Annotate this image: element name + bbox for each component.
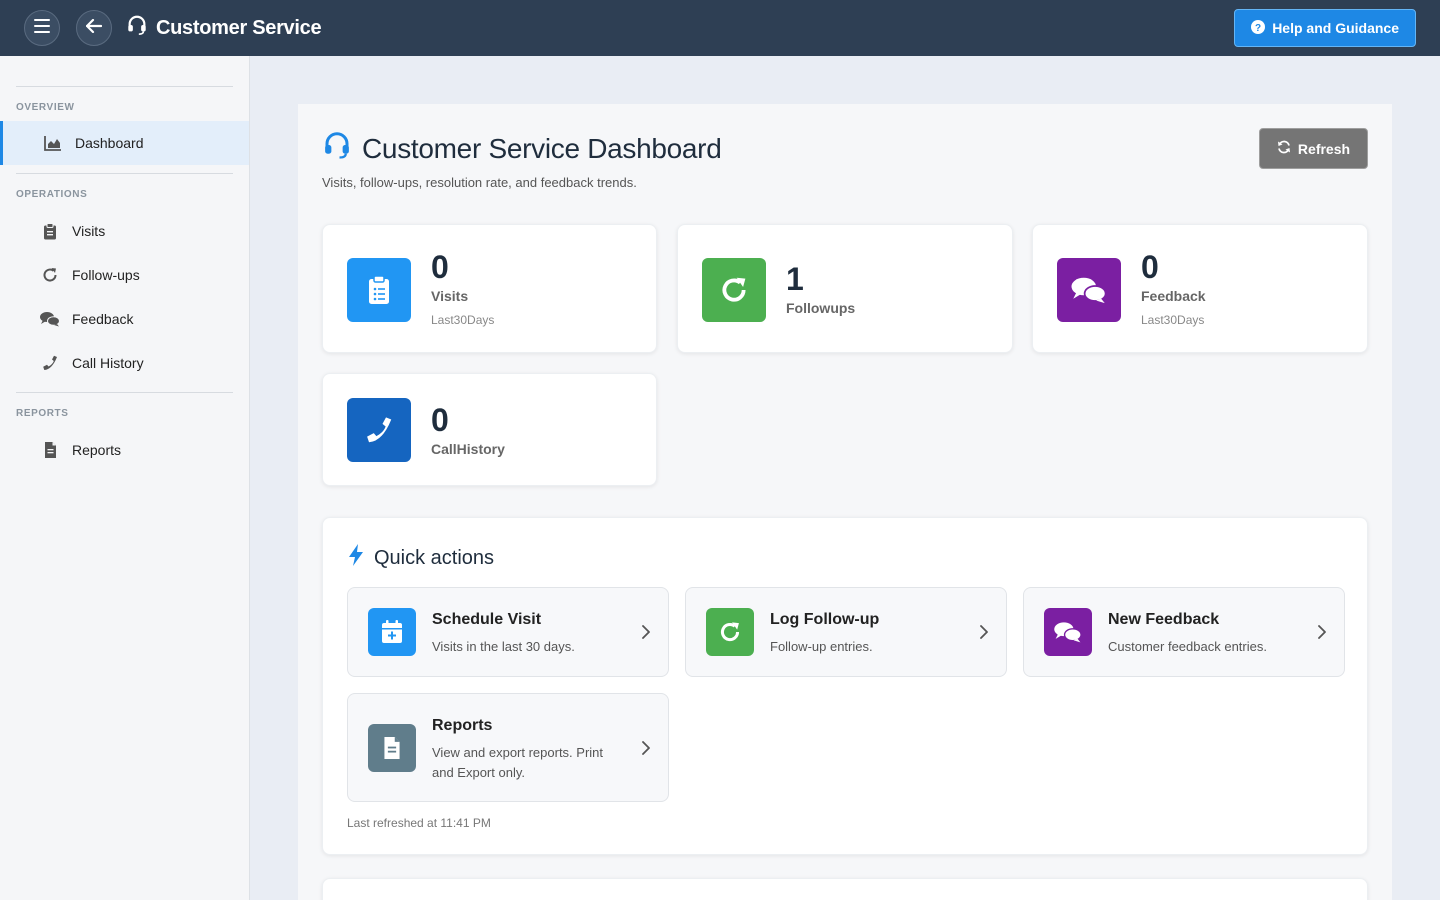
stat-label: Visits	[431, 288, 469, 304]
refresh-label: Refresh	[1297, 140, 1351, 157]
sync-icon	[1277, 140, 1291, 157]
sidebar-item-label: Reports	[72, 442, 122, 458]
help-button[interactable]: ? Help and Guidance	[1234, 9, 1416, 47]
quick-action-title: Reports	[432, 717, 493, 734]
quick-action-desc: Follow-up entries.	[770, 639, 873, 654]
sidebar-item-label: Dashboard	[75, 135, 144, 151]
bolt-icon	[347, 544, 365, 572]
sidebar-divider	[16, 392, 233, 393]
sidebar-item-label: Visits	[72, 223, 106, 239]
quick-action-desc: View and export reports. Print and Expor…	[432, 745, 604, 780]
sidebar-item-feedback[interactable]: Feedback	[0, 297, 249, 341]
stat-sublabel: Last30Days	[1141, 313, 1205, 327]
quick-action-title: New Feedback	[1108, 611, 1220, 628]
headset-icon	[126, 14, 148, 42]
comments-icon	[1057, 258, 1121, 322]
app-title: Customer Service	[156, 16, 322, 39]
stat-value: 0	[431, 402, 449, 438]
redo-icon	[702, 258, 766, 322]
quick-action-title: Schedule Visit	[432, 611, 542, 628]
clipboard-icon	[40, 221, 60, 241]
quick-action-desc: Customer feedback entries.	[1108, 639, 1267, 654]
menu-icon	[34, 18, 50, 38]
chevron-right-icon	[980, 625, 988, 644]
arrow-left-icon	[85, 18, 103, 38]
stat-card-followups[interactable]: 1 Followups	[677, 224, 1013, 353]
top-bar: Customer Service ? Help and Guidance	[0, 0, 1440, 56]
page-subtitle: Visits, follow-ups, resolution rate, and…	[322, 175, 637, 190]
clipboard-list-icon	[347, 258, 411, 322]
file-icon	[368, 724, 416, 772]
sidebar-item-label: Call History	[72, 355, 144, 371]
file-icon	[40, 440, 60, 460]
quick-action-schedule-visit[interactable]: Schedule Visit Visits in the last 30 day…	[347, 587, 669, 677]
stat-value: 0	[1141, 249, 1159, 285]
sidebar-item-call-history[interactable]: Call History	[0, 341, 249, 385]
sidebar-item-reports[interactable]: Reports	[0, 428, 249, 472]
stat-value: 1	[786, 261, 804, 297]
redo-icon	[40, 265, 60, 285]
chevron-right-icon	[642, 625, 650, 644]
redo-icon	[706, 608, 754, 656]
sidebar-item-label: Feedback	[72, 311, 134, 327]
comments-icon	[1044, 608, 1092, 656]
sidebar-item-dashboard[interactable]: Dashboard	[0, 121, 249, 165]
section-label-operations: OPERATIONS	[16, 189, 88, 200]
help-label: Help and Guidance	[1272, 20, 1399, 36]
headset-icon	[322, 130, 352, 167]
phone-icon	[347, 398, 411, 462]
quick-actions-title: Quick actions	[347, 544, 494, 572]
calendar-plus-icon	[368, 608, 416, 656]
app-brand: Customer Service	[126, 0, 322, 56]
stat-label: Followups	[786, 300, 856, 316]
svg-text:?: ?	[1255, 23, 1261, 34]
quick-action-log-follow-up[interactable]: Log Follow-up Follow-up entries.	[685, 587, 1007, 677]
quick-action-desc: Visits in the last 30 days.	[432, 639, 575, 654]
chart-area-icon	[43, 133, 63, 153]
sidebar-item-visits[interactable]: Visits	[0, 209, 249, 253]
page-title-text: Customer Service Dashboard	[362, 132, 722, 164]
quick-action-new-feedback[interactable]: New Feedback Customer feedback entries.	[1023, 587, 1345, 677]
section-label-reports: REPORTS	[16, 408, 69, 419]
next-section-card	[322, 878, 1368, 900]
sidebar-item-follow-ups[interactable]: Follow-ups	[0, 253, 249, 297]
chevron-right-icon	[1318, 625, 1326, 644]
phone-icon	[40, 353, 60, 373]
sidebar-item-label: Follow-ups	[72, 267, 140, 283]
page-title: Customer Service Dashboard	[322, 130, 722, 167]
stat-value: 0	[431, 249, 449, 285]
quick-action-reports[interactable]: Reports View and export reports. Print a…	[347, 693, 669, 802]
stat-label: CallHistory	[431, 441, 505, 457]
main-panel: Customer Service Dashboard Visits, follo…	[298, 104, 1392, 900]
stat-card-feedback[interactable]: 0 Feedback Last30Days	[1032, 224, 1368, 353]
sidebar-divider	[16, 173, 233, 174]
sidebar: OVERVIEW Dashboard OPERATIONS Visits Fol…	[0, 56, 250, 900]
stat-sublabel: Last30Days	[431, 313, 495, 327]
question-circle-icon: ?	[1251, 19, 1266, 37]
stat-label: Feedback	[1141, 288, 1206, 304]
stat-card-call-history[interactable]: 0 CallHistory	[322, 373, 657, 486]
back-button[interactable]	[76, 10, 112, 46]
sidebar-divider	[16, 86, 233, 87]
last-refreshed-text: Last refreshed at 11:41 PM	[347, 816, 491, 830]
quick-actions-title-text: Quick actions	[374, 546, 495, 569]
refresh-button[interactable]: Refresh	[1259, 128, 1368, 169]
section-label-overview: OVERVIEW	[16, 102, 75, 113]
quick-action-title: Log Follow-up	[770, 611, 880, 628]
comments-icon	[40, 309, 60, 329]
quick-actions-card: Quick actions Schedule Visit Visits in t…	[322, 517, 1368, 855]
menu-button[interactable]	[24, 10, 60, 46]
chevron-right-icon	[642, 741, 650, 760]
stat-card-visits[interactable]: 0 Visits Last30Days	[322, 224, 657, 353]
